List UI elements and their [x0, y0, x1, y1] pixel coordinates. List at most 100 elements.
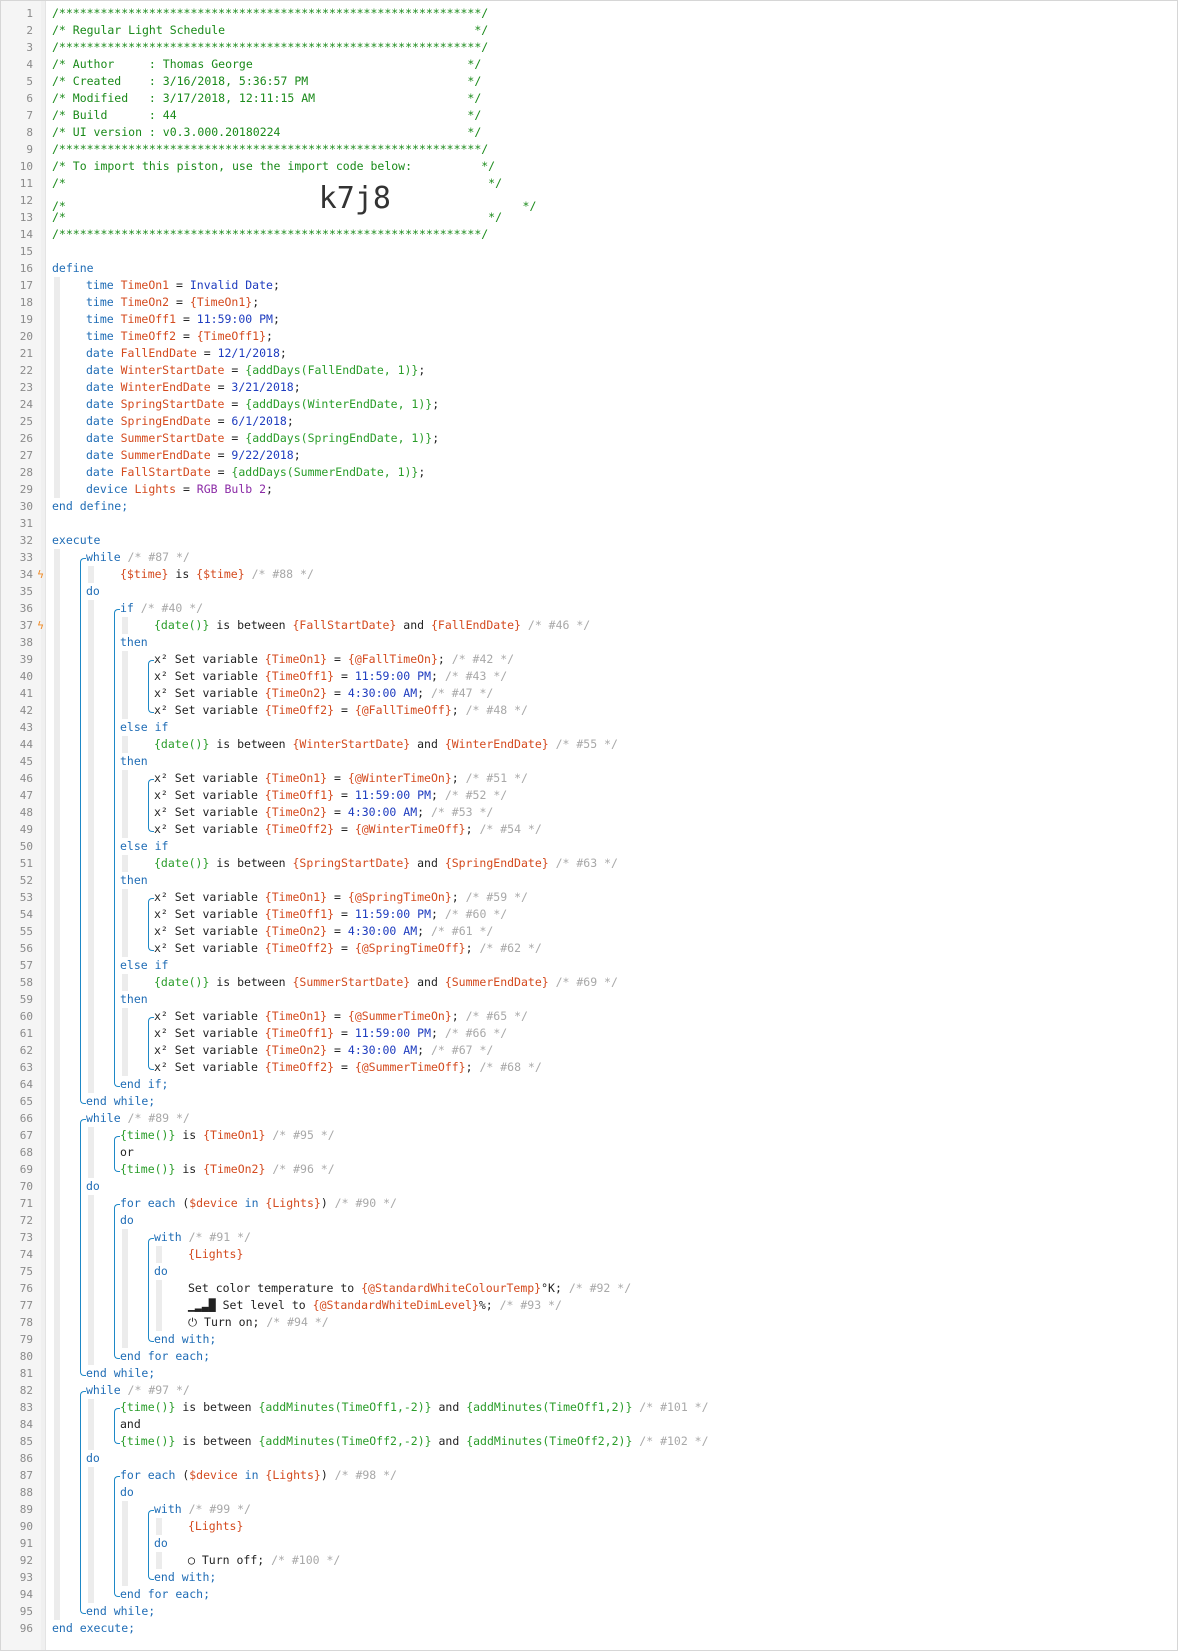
line-number: 12 [19, 194, 33, 207]
line-number: 30 [19, 500, 33, 513]
code-token: do [154, 1264, 168, 1278]
code-token: end execute; [52, 1621, 136, 1635]
indent-guide [88, 855, 94, 872]
line-content: end execute; [52, 1620, 135, 1637]
line-number: 54 [19, 908, 33, 921]
line-number: 71 [19, 1197, 33, 1210]
code-token: = [327, 686, 348, 700]
line-number: 74 [19, 1248, 33, 1261]
warning-bolt-icon[interactable]: ϟ [36, 566, 45, 583]
code-line: 39 x² Set variable {TimeOn1} = {@FallTime… [1, 651, 1177, 668]
code-token: {date()} [154, 975, 210, 989]
indent-guide [88, 1195, 94, 1212]
code-token: /***************************************… [52, 142, 489, 156]
line-content: /* Created : 3/16/2018, 5:36:57 PM */ [52, 73, 481, 90]
indent-guide [88, 787, 94, 804]
line-number: 6 [26, 92, 33, 105]
line-content: /***************************************… [52, 39, 488, 56]
line-content: x² Set variable {TimeOff2} = {@WinterTim… [154, 821, 542, 838]
line-number: 56 [19, 942, 33, 955]
line-content: ⏻ Turn on; /* #94 */ [188, 1314, 329, 1331]
indent-guide [122, 1518, 128, 1535]
indent-guide [122, 1331, 128, 1348]
variable-icon: x² [154, 822, 175, 836]
code-line: 90 {Lights} [1, 1518, 1177, 1535]
code-token: 11:59:00 PM [354, 788, 431, 802]
code-token: = [176, 482, 197, 496]
code-token: = [224, 397, 246, 411]
code-line: 79 end with; [1, 1331, 1177, 1348]
code-token: execute [52, 533, 101, 547]
code-token: ; [417, 686, 431, 700]
code-token: {@StandardWhiteColourTemp} [361, 1281, 542, 1295]
line-content: do [120, 1484, 134, 1501]
code-token: 11:59:00 PM [354, 1026, 431, 1040]
line-content: time TimeOff1 = 11:59:00 PM; [86, 311, 280, 328]
line-content: x² Set variable {TimeOn2} = 4:30:00 AM; … [154, 685, 493, 702]
code-token: for each [120, 1468, 183, 1482]
code-token: {@StandardWhiteDimLevel} [312, 1298, 479, 1312]
power-on-icon: ⏻ [188, 1315, 205, 1329]
code-line: 77 ▁▂▃█ Set level to {@StandardWhiteDimLe… [1, 1297, 1177, 1314]
code-token: = [210, 380, 232, 394]
indent-guide [54, 1025, 60, 1042]
code-line: 20 time TimeOff2 = {TimeOff1}; [1, 328, 1177, 345]
line-number: 18 [19, 296, 33, 309]
indent-guide [156, 1297, 162, 1314]
line-number: 22 [19, 364, 33, 377]
code-token: /* #66 */ [444, 1026, 508, 1040]
code-area: 1 /**************************************… [1, 5, 1177, 1637]
indent-guide [122, 1263, 128, 1280]
code-token: {SpringEndDate} [444, 856, 549, 870]
indent-guide [122, 1569, 128, 1586]
code-token: 4:30:00 AM [347, 1043, 418, 1057]
code-line: 38 then [1, 634, 1177, 651]
indent-guide [54, 1348, 60, 1365]
code-token: Turn off; [201, 1553, 272, 1567]
indent-guide [88, 1552, 94, 1569]
code-token: {addDays(WinterEndDate, 1)} [245, 397, 433, 411]
line-number: 53 [19, 891, 33, 904]
warning-bolt-icon[interactable]: ϟ [36, 617, 45, 634]
code-token: = [327, 805, 348, 819]
indent-guide [54, 1416, 60, 1433]
code-token: {TimeOff2} [264, 703, 335, 717]
line-content: time TimeOff2 = {TimeOff1}; [86, 328, 273, 345]
variable-icon: x² [154, 771, 175, 785]
code-token: = [327, 652, 348, 666]
variable-icon: x² [154, 686, 175, 700]
code-line: 43 else if [1, 719, 1177, 736]
indent-guide [54, 889, 60, 906]
line-number: 40 [19, 670, 33, 683]
code-token: date [86, 346, 121, 360]
code-token: /* #40 */ [140, 601, 204, 615]
code-token: /* Build : 44 */ [52, 108, 482, 122]
indent-guide [54, 481, 60, 498]
code-token: /* Created : 3/16/2018, 5:36:57 PM */ [52, 74, 482, 88]
indent-guide [54, 430, 60, 447]
line-content: {date()} is between {FallStartDate} and … [154, 617, 590, 634]
code-token: Set variable [174, 669, 265, 683]
indent-guide [54, 1552, 60, 1569]
code-token: end while; [86, 1604, 156, 1618]
line-number: 38 [19, 636, 33, 649]
indent-guide [122, 651, 128, 668]
line-number: 35 [19, 585, 33, 598]
line-number: 27 [19, 449, 33, 462]
code-token: /* #100 */ [271, 1553, 341, 1567]
line-number: 70 [19, 1180, 33, 1193]
indent-guide [54, 396, 60, 413]
indent-guide [88, 838, 94, 855]
line-content: x² Set variable {TimeOn1} = {@SpringTime… [154, 889, 528, 906]
code-token: {FallEndDate} [430, 618, 521, 632]
indent-guide [122, 1501, 128, 1518]
line-number: 93 [19, 1571, 33, 1584]
code-line: 4 /* Author : Thomas George */ [1, 56, 1177, 73]
code-token: = [334, 1026, 355, 1040]
code-line: 15 [1, 243, 1177, 260]
code-token: {SummerStartDate} [292, 975, 411, 989]
indent-guide [54, 277, 60, 294]
code-token: is [175, 1162, 204, 1176]
indent-guide [54, 583, 60, 600]
code-line: 71 for each ($device in {Lights}) /* #90 … [1, 1195, 1177, 1212]
